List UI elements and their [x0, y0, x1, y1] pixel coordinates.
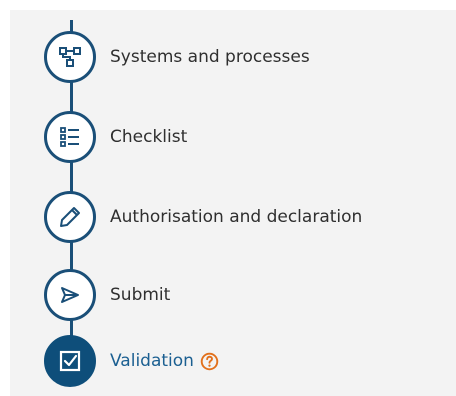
- step-label: Checklist: [110, 127, 188, 147]
- step-checklist[interactable]: Checklist: [44, 108, 444, 166]
- pencil-icon: [60, 207, 80, 227]
- step-circle: [44, 269, 96, 321]
- step-label: Validation: [110, 351, 194, 371]
- step-circle: [44, 191, 96, 243]
- step-circle: [44, 31, 96, 83]
- step-label: Authorisation and declaration: [110, 207, 363, 227]
- help-button[interactable]: [200, 352, 219, 371]
- step-authorisation-and-declaration[interactable]: Authorisation and declaration: [44, 188, 444, 246]
- step-circle: [44, 111, 96, 163]
- step-navigation-panel: Systems and processes Checklist Authoris…: [10, 10, 456, 396]
- step-label: Submit: [110, 285, 171, 305]
- question-circle-icon: [200, 352, 219, 370]
- step-systems-and-processes[interactable]: Systems and processes: [44, 28, 444, 86]
- send-icon: [61, 287, 79, 303]
- process-flow-icon: [59, 47, 81, 67]
- step-circle-current: [44, 335, 96, 387]
- checkbox-icon: [59, 350, 81, 372]
- step-label: Systems and processes: [110, 47, 310, 67]
- step-validation[interactable]: Validation: [44, 332, 444, 390]
- step-submit[interactable]: Submit: [44, 266, 444, 324]
- checklist-icon: [60, 127, 79, 147]
